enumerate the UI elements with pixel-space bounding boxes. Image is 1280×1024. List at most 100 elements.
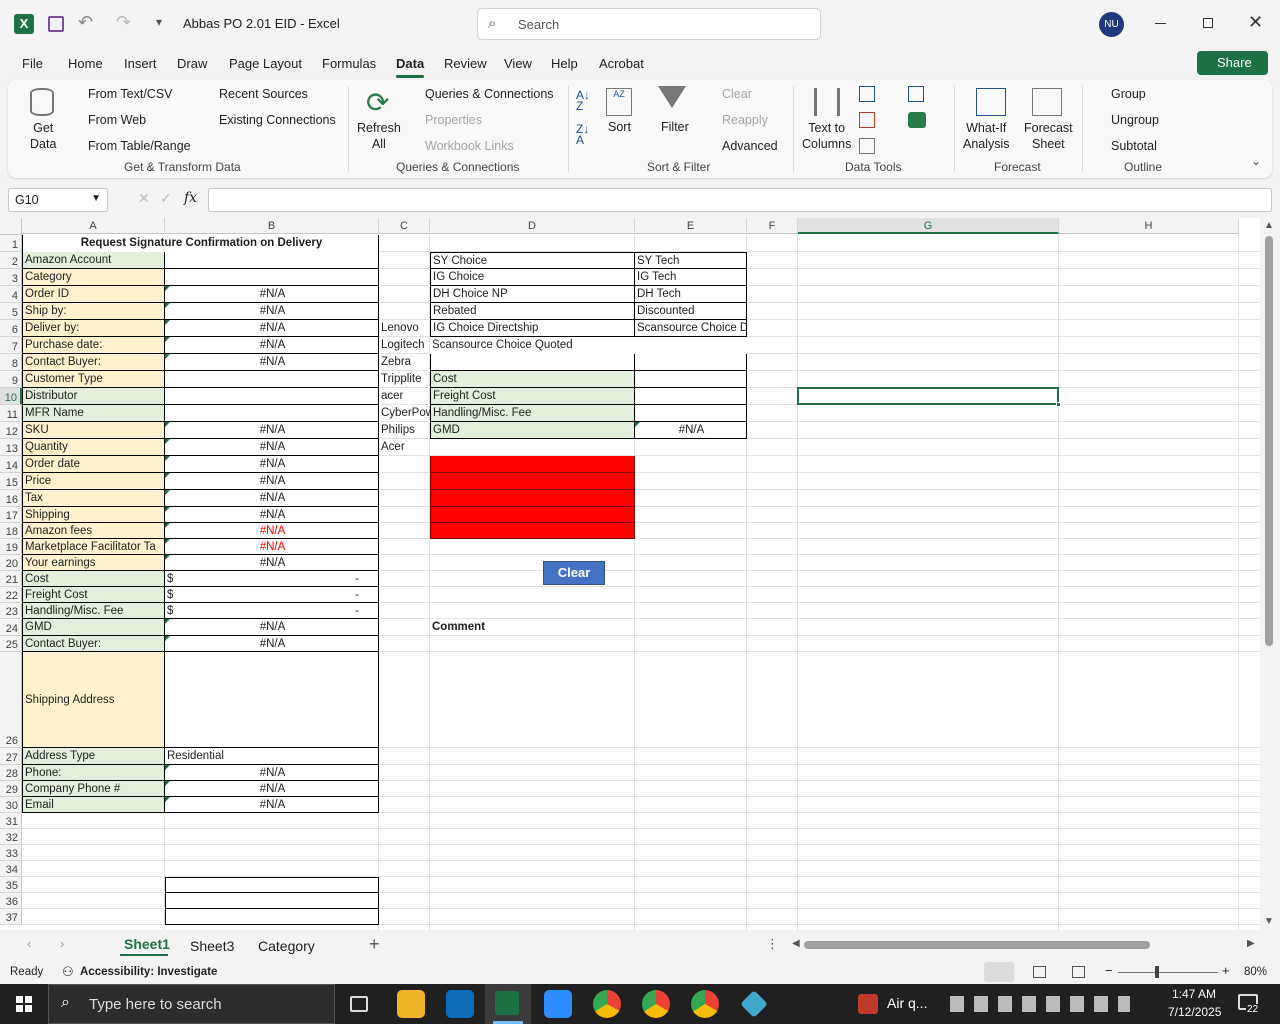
next-sheet-icon[interactable]: › xyxy=(60,936,64,951)
table-label-cell[interactable]: DH Choice NP xyxy=(430,286,635,303)
label-cell[interactable]: Cost xyxy=(22,571,165,587)
task-view-icon[interactable] xyxy=(350,996,368,1012)
red-fill-cell[interactable] xyxy=(430,473,635,490)
value-cell[interactable]: #N/A xyxy=(165,303,379,320)
empty-bordered-cell[interactable] xyxy=(165,909,379,925)
row-header[interactable]: 22 xyxy=(0,587,22,603)
tab-view[interactable]: View xyxy=(504,56,532,71)
scroll-right-icon[interactable]: ▶ xyxy=(1247,938,1255,949)
filter-button[interactable]: Filter xyxy=(661,120,689,134)
row-header[interactable]: 1 xyxy=(0,235,22,252)
tab-review[interactable]: Review xyxy=(444,56,487,71)
sheet-tab-category[interactable]: Category xyxy=(258,938,315,954)
horizontal-scroll-thumb[interactable] xyxy=(804,941,1150,949)
value-cell[interactable]: $ xyxy=(165,571,379,587)
row-header[interactable]: 30 xyxy=(0,797,22,813)
zoom-slider[interactable] xyxy=(1118,972,1218,973)
row-header[interactable]: 12 xyxy=(0,422,22,439)
table-value-cell[interactable] xyxy=(635,337,747,354)
app-diamond-icon[interactable] xyxy=(740,990,768,1018)
value-cell[interactable] xyxy=(165,652,379,748)
page-layout-view-icon[interactable] xyxy=(1033,966,1046,978)
selected-cell[interactable] xyxy=(797,387,1059,405)
value-cell[interactable]: #N/A xyxy=(165,781,379,797)
value-cell[interactable]: #N/A xyxy=(165,439,379,456)
consolidate-icon[interactable] xyxy=(908,86,924,102)
tab-help[interactable]: Help xyxy=(551,56,578,71)
table-value-cell[interactable]: SY Tech xyxy=(635,252,747,269)
tab-file[interactable]: File xyxy=(22,56,43,71)
label-cell[interactable]: Quantity xyxy=(22,439,165,456)
label-cell[interactable]: Ship by: xyxy=(22,303,165,320)
brand-cell[interactable]: Acer xyxy=(379,439,430,456)
table-value-cell[interactable] xyxy=(635,371,747,388)
taskbar-search-box[interactable]: ⌕ Type here to search xyxy=(48,984,335,1024)
outlook-icon[interactable] xyxy=(446,990,474,1018)
minimize-icon[interactable] xyxy=(1155,23,1166,24)
label-cell[interactable]: Marketplace Facilitator Ta xyxy=(22,539,165,555)
value-cell[interactable]: #N/A xyxy=(165,507,379,523)
brand-cell[interactable]: acer xyxy=(379,388,430,405)
table-value-cell[interactable]: Discounted xyxy=(635,303,747,320)
more-options-icon[interactable]: ⋮ xyxy=(766,936,779,952)
row-header[interactable]: 28 xyxy=(0,765,22,781)
table-label-cell[interactable] xyxy=(430,354,635,371)
row-header[interactable]: 33 xyxy=(0,845,22,861)
advanced-filter-button[interactable]: Advanced xyxy=(722,139,778,153)
row-header[interactable]: 15 xyxy=(0,473,22,490)
label-cell[interactable]: GMD xyxy=(22,619,165,636)
label-cell[interactable]: Amazon Account xyxy=(22,252,165,269)
add-sheet-icon[interactable]: + xyxy=(369,934,380,955)
tray-icons[interactable] xyxy=(950,996,1130,1012)
value-cell[interactable] xyxy=(165,269,379,286)
column-header[interactable]: E xyxy=(635,218,747,234)
table-label-cell[interactable]: Cost xyxy=(430,371,635,388)
normal-view-icon[interactable] xyxy=(984,962,1014,982)
red-fill-cell[interactable] xyxy=(430,456,635,473)
value-cell[interactable]: #N/A xyxy=(165,523,379,539)
brand-cell[interactable]: Tripplite xyxy=(379,371,430,388)
tab-insert[interactable]: Insert xyxy=(124,56,157,71)
label-cell[interactable]: Email xyxy=(22,797,165,813)
reapply-button[interactable]: Reapply xyxy=(722,113,768,127)
table-label-cell[interactable]: IG Choice Directship xyxy=(430,320,635,337)
row-header[interactable]: 19 xyxy=(0,539,22,555)
value-cell[interactable]: #N/A xyxy=(165,797,379,813)
row-header[interactable]: 6 xyxy=(0,320,22,337)
scroll-thumb[interactable] xyxy=(1265,236,1273,646)
from-text-csv-button[interactable]: From Text/CSV xyxy=(88,87,173,101)
row-header[interactable]: 36 xyxy=(0,893,22,909)
scroll-down-icon[interactable]: ▼ xyxy=(1264,916,1274,927)
share-button[interactable]: Share xyxy=(1197,51,1268,75)
label-cell[interactable]: Customer Type xyxy=(22,371,165,388)
value-cell[interactable]: #N/A xyxy=(165,354,379,371)
label-cell[interactable]: Freight Cost xyxy=(22,587,165,603)
select-all-corner[interactable] xyxy=(0,218,22,235)
row-header[interactable]: 17 xyxy=(0,507,22,523)
name-box[interactable]: G10 ▼ xyxy=(8,188,108,212)
scroll-left-icon[interactable]: ◀ xyxy=(792,938,800,949)
sheet-tab-sheet1[interactable]: Sheet1 xyxy=(124,936,170,952)
table-value-cell[interactable]: IG Tech xyxy=(635,269,747,286)
column-header[interactable]: A xyxy=(22,218,165,234)
text-to-columns-button[interactable]: Text to Columns xyxy=(802,120,851,152)
brand-cell[interactable]: Lenovo xyxy=(379,320,430,337)
row-header[interactable]: 26 xyxy=(0,652,22,748)
red-fill-cell[interactable] xyxy=(430,507,635,523)
zoom-app-icon[interactable] xyxy=(544,990,572,1018)
flash-fill-icon[interactable] xyxy=(859,86,875,102)
group-button[interactable]: Group xyxy=(1111,87,1146,101)
worksheet-grid[interactable]: A B C D E F G H 1 2 3 4 5 6 7 8 9 10 11 12 13 14 15 16 17 18 19 20 2… xyxy=(0,218,1260,930)
row-header[interactable]: 34 xyxy=(0,861,22,877)
ungroup-button[interactable]: Ungroup xyxy=(1111,113,1159,127)
table-label-cell[interactable]: Handling/Misc. Fee xyxy=(430,405,635,422)
clock-time[interactable]: 1:47 AM xyxy=(1172,987,1216,1001)
value-cell[interactable]: $ xyxy=(165,603,379,619)
value-cell[interactable] xyxy=(165,405,379,422)
restore-icon[interactable] xyxy=(1203,18,1213,28)
sheet-title-cell[interactable]: Request Signature Confirmation on Delive… xyxy=(22,235,379,252)
table-label-cell[interactable]: Rebated xyxy=(430,303,635,320)
empty-bordered-cell[interactable] xyxy=(165,877,379,893)
redo-icon[interactable]: ↷ xyxy=(116,12,131,33)
label-cell[interactable]: Purchase date: xyxy=(22,337,165,354)
